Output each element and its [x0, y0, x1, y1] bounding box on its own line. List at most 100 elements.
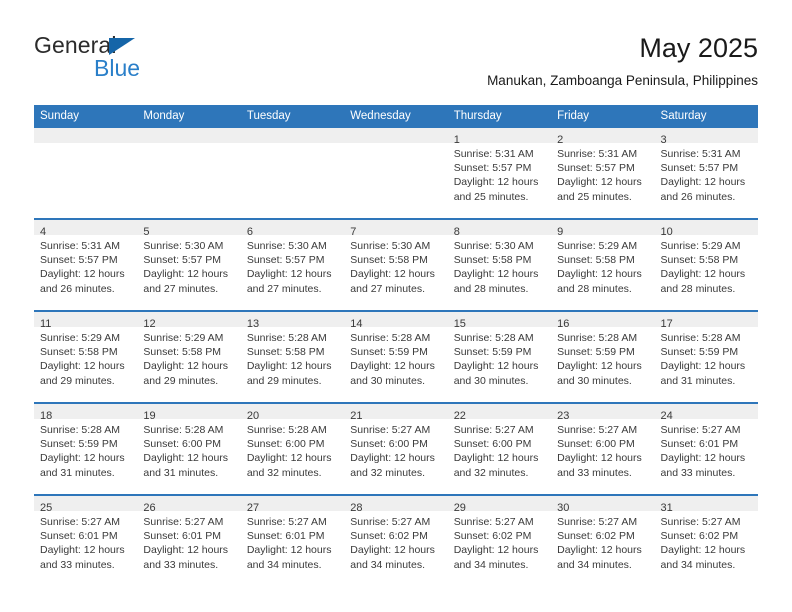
day-detail-block: Sunrise: 5:29 AM Sunset: 5:58 PM Daylight:…: [137, 327, 240, 388]
calendar-day-cell[interactable]: 7 Sunrise: 5:30 AM Sunset: 5:58 PM Daylight…: [344, 219, 448, 312]
day-detail-line: and 32 minutes.: [350, 466, 425, 479]
day-detail-line: Sunset: 5:57 PM: [143, 254, 222, 267]
day-detail-line: Daylight: 12 hours: [453, 544, 539, 557]
calendar-day-cell[interactable]: 27 Sunrise: 5:27 AM Sunset: 6:01 PM Dayligh…: [240, 495, 345, 586]
calendar-day-cell[interactable]: 24 Sunrise: 5:27 AM Sunset: 6:01 PM Dayligh…: [654, 403, 758, 496]
day-number-band: [344, 128, 448, 143]
general-blue-logo[interactable]: General Blue: [34, 32, 264, 88]
calendar-day-cell[interactable]: 8 Sunrise: 5:30 AM Sunset: 5:58 PM Daylight…: [447, 219, 552, 312]
day-number-band: 21: [344, 404, 448, 422]
day-detail-line: and 33 minutes.: [40, 558, 115, 571]
calendar-day-cell[interactable]: 20 Sunrise: 5:28 AM Sunset: 6:00 PM Dayligh…: [240, 403, 345, 496]
calendar-day-cell[interactable]: 30 Sunrise: 5:27 AM Sunset: 6:02 PM Dayligh…: [551, 495, 655, 586]
day-detail-line: and 28 minutes.: [557, 282, 632, 295]
day-number-band: 11: [34, 312, 138, 330]
day-number: 29: [453, 502, 466, 514]
day-number: 3: [660, 134, 667, 146]
day-detail-line: Sunrise: 5:31 AM: [660, 148, 741, 160]
calendar-day-cell-empty: [34, 128, 138, 220]
calendar-day-cell[interactable]: 17 Sunrise: 5:28 AM Sunset: 5:59 PM Dayligh…: [654, 311, 758, 404]
day-detail-line: and 30 minutes.: [453, 374, 529, 387]
day-detail-line: Daylight: 12 hours: [143, 452, 229, 465]
day-detail-line: Daylight: 12 hours: [453, 268, 539, 281]
calendar-day-cell[interactable]: 1 Sunrise: 5:31 AM Sunset: 5:57 PM Daylight…: [447, 128, 552, 220]
day-detail-line: Daylight: 12 hours: [143, 544, 229, 557]
day-detail-line: Sunrise: 5:27 AM: [40, 516, 120, 528]
day-detail-line: Sunset: 6:01 PM: [40, 530, 118, 543]
calendar-day-cell[interactable]: 26 Sunrise: 5:27 AM Sunset: 6:01 PM Dayligh…: [137, 495, 241, 586]
calendar-day-cell[interactable]: 9 Sunrise: 5:29 AM Sunset: 5:58 PM Daylight…: [551, 219, 655, 312]
day-detail-line: Sunrise: 5:28 AM: [350, 332, 431, 344]
day-detail-line: Daylight: 12 hours: [350, 452, 435, 465]
day-detail-line: Sunrise: 5:28 AM: [40, 424, 120, 436]
day-detail-line: and 33 minutes.: [660, 466, 736, 479]
day-number-band: 15: [447, 312, 552, 330]
day-detail-line: Daylight: 12 hours: [143, 268, 229, 281]
calendar-day-cell[interactable]: 11 Sunrise: 5:29 AM Sunset: 5:58 PM Dayligh…: [34, 311, 138, 404]
day-detail-line: Daylight: 12 hours: [453, 176, 539, 189]
day-number: 18: [40, 410, 53, 422]
day-detail-line: and 31 minutes.: [660, 374, 736, 387]
day-detail-block: Sunrise: 5:28 AM Sunset: 5:59 PM Daylight:…: [448, 327, 551, 388]
day-detail-line: Sunrise: 5:27 AM: [453, 424, 534, 436]
day-number-band: 4: [34, 220, 138, 238]
day-detail-line: Daylight: 12 hours: [246, 268, 332, 281]
calendar-day-cell[interactable]: 25 Sunrise: 5:27 AM Sunset: 6:01 PM Dayligh…: [34, 495, 138, 586]
calendar-week-row: 25 Sunrise: 5:27 AM Sunset: 6:01 PM Dayligh…: [34, 495, 758, 586]
calendar-day-cell[interactable]: 14 Sunrise: 5:28 AM Sunset: 5:59 PM Dayligh…: [344, 311, 448, 404]
day-detail-block: Sunrise: 5:28 AM Sunset: 5:59 PM Daylight:…: [655, 327, 758, 388]
day-detail-line: and 29 minutes.: [246, 374, 322, 387]
calendar-day-cell[interactable]: 12 Sunrise: 5:29 AM Sunset: 5:58 PM Dayligh…: [137, 311, 241, 404]
calendar-day-cell[interactable]: 21 Sunrise: 5:27 AM Sunset: 6:00 PM Dayligh…: [344, 403, 448, 496]
day-number-band: 10: [654, 220, 758, 238]
calendar-body: 1 Sunrise: 5:31 AM Sunset: 5:57 PM Daylight…: [34, 128, 758, 586]
calendar-day-cell[interactable]: 31 Sunrise: 5:27 AM Sunset: 6:02 PM Dayligh…: [654, 495, 758, 586]
calendar-page: General Blue May 2025 Manukan, Zamboanga…: [0, 0, 792, 612]
calendar-day-cell[interactable]: 5 Sunrise: 5:30 AM Sunset: 5:57 PM Daylight…: [137, 219, 241, 312]
calendar-day-cell[interactable]: 22 Sunrise: 5:27 AM Sunset: 6:00 PM Dayligh…: [447, 403, 552, 496]
day-detail-block: Sunrise: 5:30 AM Sunset: 5:58 PM Daylight:…: [344, 235, 447, 296]
day-detail-line: Sunrise: 5:27 AM: [557, 516, 638, 528]
day-detail-line: Sunset: 5:58 PM: [143, 346, 222, 359]
day-detail-line: Daylight: 12 hours: [246, 452, 332, 465]
day-number: 4: [40, 226, 47, 238]
day-detail-line: Sunset: 5:57 PM: [660, 162, 739, 175]
day-number: 22: [453, 410, 466, 422]
title-block: May 2025 Manukan, Zamboanga Peninsula, P…: [487, 32, 758, 89]
day-number-band: 5: [137, 220, 241, 238]
day-detail-line: Sunrise: 5:27 AM: [660, 424, 741, 436]
day-detail-line: and 34 minutes.: [660, 558, 736, 571]
day-detail-line: Daylight: 12 hours: [40, 544, 125, 557]
calendar-day-cell[interactable]: 15 Sunrise: 5:28 AM Sunset: 5:59 PM Dayligh…: [447, 311, 552, 404]
weekday-header-monday: Monday: [137, 105, 241, 128]
calendar-day-cell[interactable]: 23 Sunrise: 5:27 AM Sunset: 6:00 PM Dayligh…: [551, 403, 655, 496]
calendar-day-cell[interactable]: 29 Sunrise: 5:27 AM Sunset: 6:02 PM Dayligh…: [447, 495, 552, 586]
calendar-day-cell[interactable]: 19 Sunrise: 5:28 AM Sunset: 6:00 PM Dayligh…: [137, 403, 241, 496]
calendar-day-cell[interactable]: 6 Sunrise: 5:30 AM Sunset: 5:57 PM Daylight…: [240, 219, 345, 312]
day-detail-block: Sunrise: 5:27 AM Sunset: 6:01 PM Daylight:…: [34, 511, 137, 572]
day-number-band: 14: [344, 312, 448, 330]
calendar-day-cell[interactable]: 4 Sunrise: 5:31 AM Sunset: 5:57 PM Daylight…: [34, 219, 138, 312]
calendar-day-cell[interactable]: 13 Sunrise: 5:28 AM Sunset: 5:58 PM Dayligh…: [240, 311, 345, 404]
weekday-header-friday: Friday: [551, 105, 655, 128]
calendar-header-row: Sunday Monday Tuesday Wednesday Thursday Frid…: [34, 105, 758, 128]
calendar-day-cell[interactable]: 16 Sunrise: 5:28 AM Sunset: 5:59 PM Dayligh…: [551, 311, 655, 404]
day-detail-line: and 31 minutes.: [40, 466, 115, 479]
day-detail-line: Daylight: 12 hours: [660, 360, 746, 373]
day-detail-block: Sunrise: 5:27 AM Sunset: 6:00 PM Daylight:…: [551, 419, 654, 480]
day-detail-line: Daylight: 12 hours: [350, 360, 435, 373]
day-detail-line: Sunset: 5:59 PM: [453, 346, 532, 359]
day-detail-line: Sunset: 6:01 PM: [246, 530, 325, 543]
day-detail-line: and 34 minutes.: [246, 558, 322, 571]
calendar-day-cell[interactable]: 28 Sunrise: 5:27 AM Sunset: 6:02 PM Dayligh…: [344, 495, 448, 586]
day-detail-block: [344, 143, 447, 147]
calendar-day-cell[interactable]: 10 Sunrise: 5:29 AM Sunset: 5:58 PM Dayligh…: [654, 219, 758, 312]
calendar-day-cell[interactable]: 2 Sunrise: 5:31 AM Sunset: 5:57 PM Daylight…: [551, 128, 655, 220]
day-number-band: 26: [137, 496, 241, 514]
calendar-day-cell[interactable]: 3 Sunrise: 5:31 AM Sunset: 5:57 PM Daylight…: [654, 128, 758, 220]
calendar-day-cell[interactable]: 18 Sunrise: 5:28 AM Sunset: 5:59 PM Dayligh…: [34, 403, 138, 496]
day-number: 19: [143, 410, 156, 422]
day-detail-line: Sunrise: 5:29 AM: [143, 332, 224, 344]
day-detail-line: Sunset: 5:58 PM: [350, 254, 428, 267]
day-detail-line: Sunset: 6:00 PM: [246, 438, 325, 451]
